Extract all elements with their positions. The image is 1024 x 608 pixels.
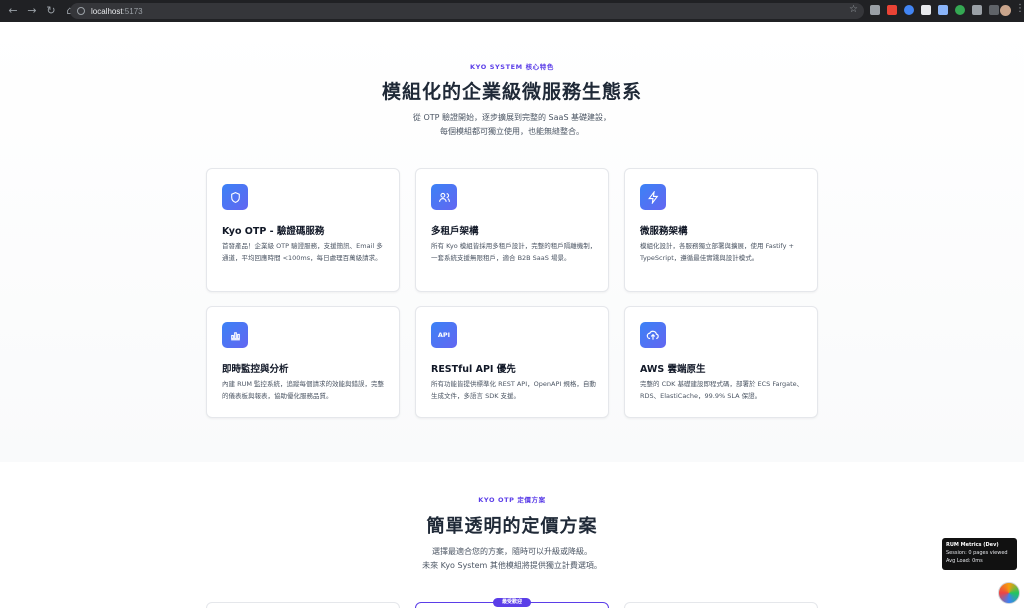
feature-card-title: 即時監控與分析	[222, 364, 289, 375]
features-eyebrow: KYO SYSTEM 核心特色	[470, 63, 554, 71]
extension-icon[interactable]	[904, 5, 914, 15]
features-lede-line1: 從 OTP 驗證開始，逐步擴展到完整的 SaaS 基礎建設，	[412, 113, 612, 122]
bookmark-star-icon[interactable]: ☆	[849, 4, 858, 15]
feature-card-microservices: 微服務架構 模組化設計，各服務獨立部署與擴展，使用 Fastify + Type…	[624, 168, 818, 292]
extension-icon[interactable]	[938, 5, 948, 15]
site-info-icon[interactable]	[77, 7, 85, 15]
feature-card-monitoring: 即時監控與分析 內建 RUM 監控系統，追蹤每個請求的效能與錯誤，完整的儀表板與…	[206, 306, 400, 418]
feature-card-desc: 完整的 CDK 基礎建設即程式碼，部署於 ECS Fargate、RDS、Ela…	[640, 380, 804, 400]
feature-card-title: AWS 雲端原生	[640, 364, 706, 375]
menu-dots-icon[interactable]: ⋮	[1015, 3, 1024, 14]
url-port: :5173	[122, 6, 143, 16]
pricing-title: 簡單透明的定價方案	[426, 516, 598, 537]
sidebar-icon[interactable]	[989, 5, 999, 15]
users-icon	[431, 184, 457, 210]
pricing-lede-line1: 選擇最適合您的方案，隨時可以升級或降級。	[432, 547, 592, 556]
rum-metrics-widget: RUM Metrics (Dev) Session: 0 pages viewe…	[942, 538, 1017, 570]
extension-icon[interactable]	[870, 5, 880, 15]
popular-badge: 最受歡迎	[493, 598, 531, 607]
feature-card-desc: 首發產品！企業級 OTP 驗證服務，支援簡訊、Email 多通道，平均回應時間 …	[222, 242, 383, 262]
back-icon[interactable]: ←	[5, 3, 21, 19]
browser-toolbar: ← → ↻ ⌂ localhost:5173 ☆ ⋮	[0, 0, 1024, 22]
shield-icon	[222, 184, 248, 210]
feature-card-desc: 所有功能皆提供標準化 REST API，OpenAPI 規格，自動生成文件，多語…	[431, 380, 596, 400]
feature-card-desc: 模組化設計，各服務獨立部署與擴展，使用 Fastify + TypeScript…	[640, 242, 794, 262]
pricing-eyebrow: KYO OTP 定價方案	[478, 496, 546, 504]
feature-card-title: 多租戶架構	[431, 226, 479, 237]
extensions-puzzle-icon[interactable]	[972, 5, 982, 15]
address-bar[interactable]: localhost:5173 ☆	[70, 3, 864, 19]
rum-session: Session: 0 pages viewed	[946, 550, 1008, 556]
feature-card-otp: Kyo OTP - 驗證碼服務 首發產品！企業級 OTP 驗證服務，支援簡訊、E…	[206, 168, 400, 292]
api-icon: API	[431, 322, 457, 348]
floating-avatar-button[interactable]	[998, 582, 1020, 604]
feature-card-title: 微服務架構	[640, 226, 688, 237]
feature-card-restful-api: API RESTful API 優先 所有功能皆提供標準化 REST API，O…	[415, 306, 609, 418]
pricing-card	[206, 602, 400, 608]
features-title: 模組化的企業級微服務生態系	[381, 81, 642, 103]
extensions-bar	[870, 5, 1006, 15]
features-lede-line2: 每個模組都可獨立使用，也能無縫整合。	[440, 127, 584, 136]
feature-card-desc: 內建 RUM 監控系統，追蹤每個請求的效能與錯誤，完整的儀表板與報表，協助優化服…	[222, 380, 385, 400]
profile-avatar[interactable]	[1000, 5, 1011, 16]
url-host: localhost	[91, 6, 123, 16]
feature-card-title: RESTful API 優先	[431, 364, 516, 375]
pricing-card	[624, 602, 818, 608]
cloud-upload-icon	[640, 322, 666, 348]
reload-icon[interactable]: ↻	[43, 3, 59, 19]
extension-icon[interactable]	[887, 5, 897, 15]
feature-card-aws: AWS 雲端原生 完整的 CDK 基礎建設即程式碼，部署於 ECS Fargat…	[624, 306, 818, 418]
forward-icon[interactable]: →	[24, 3, 40, 19]
feature-card-title: Kyo OTP - 驗證碼服務	[222, 226, 325, 237]
feature-card-multitenant: 多租戶架構 所有 Kyo 模組皆採用多租戶設計，完整的租戶隔離機制，一套系統支援…	[415, 168, 609, 292]
extension-icon[interactable]	[955, 5, 965, 15]
lightning-icon	[640, 184, 666, 210]
pricing-lede-line2: 未來 Kyo System 其他模組將提供獨立計費選項。	[422, 561, 602, 570]
rum-title: RUM Metrics (Dev)	[946, 542, 999, 548]
bar-chart-icon	[222, 322, 248, 348]
rum-avg-load: Avg Load: 0ms	[946, 558, 983, 564]
extension-icon[interactable]	[921, 5, 931, 15]
feature-card-desc: 所有 Kyo 模組皆採用多租戶設計，完整的租戶隔離機制，一套系統支援無限租戶，適…	[431, 242, 597, 262]
